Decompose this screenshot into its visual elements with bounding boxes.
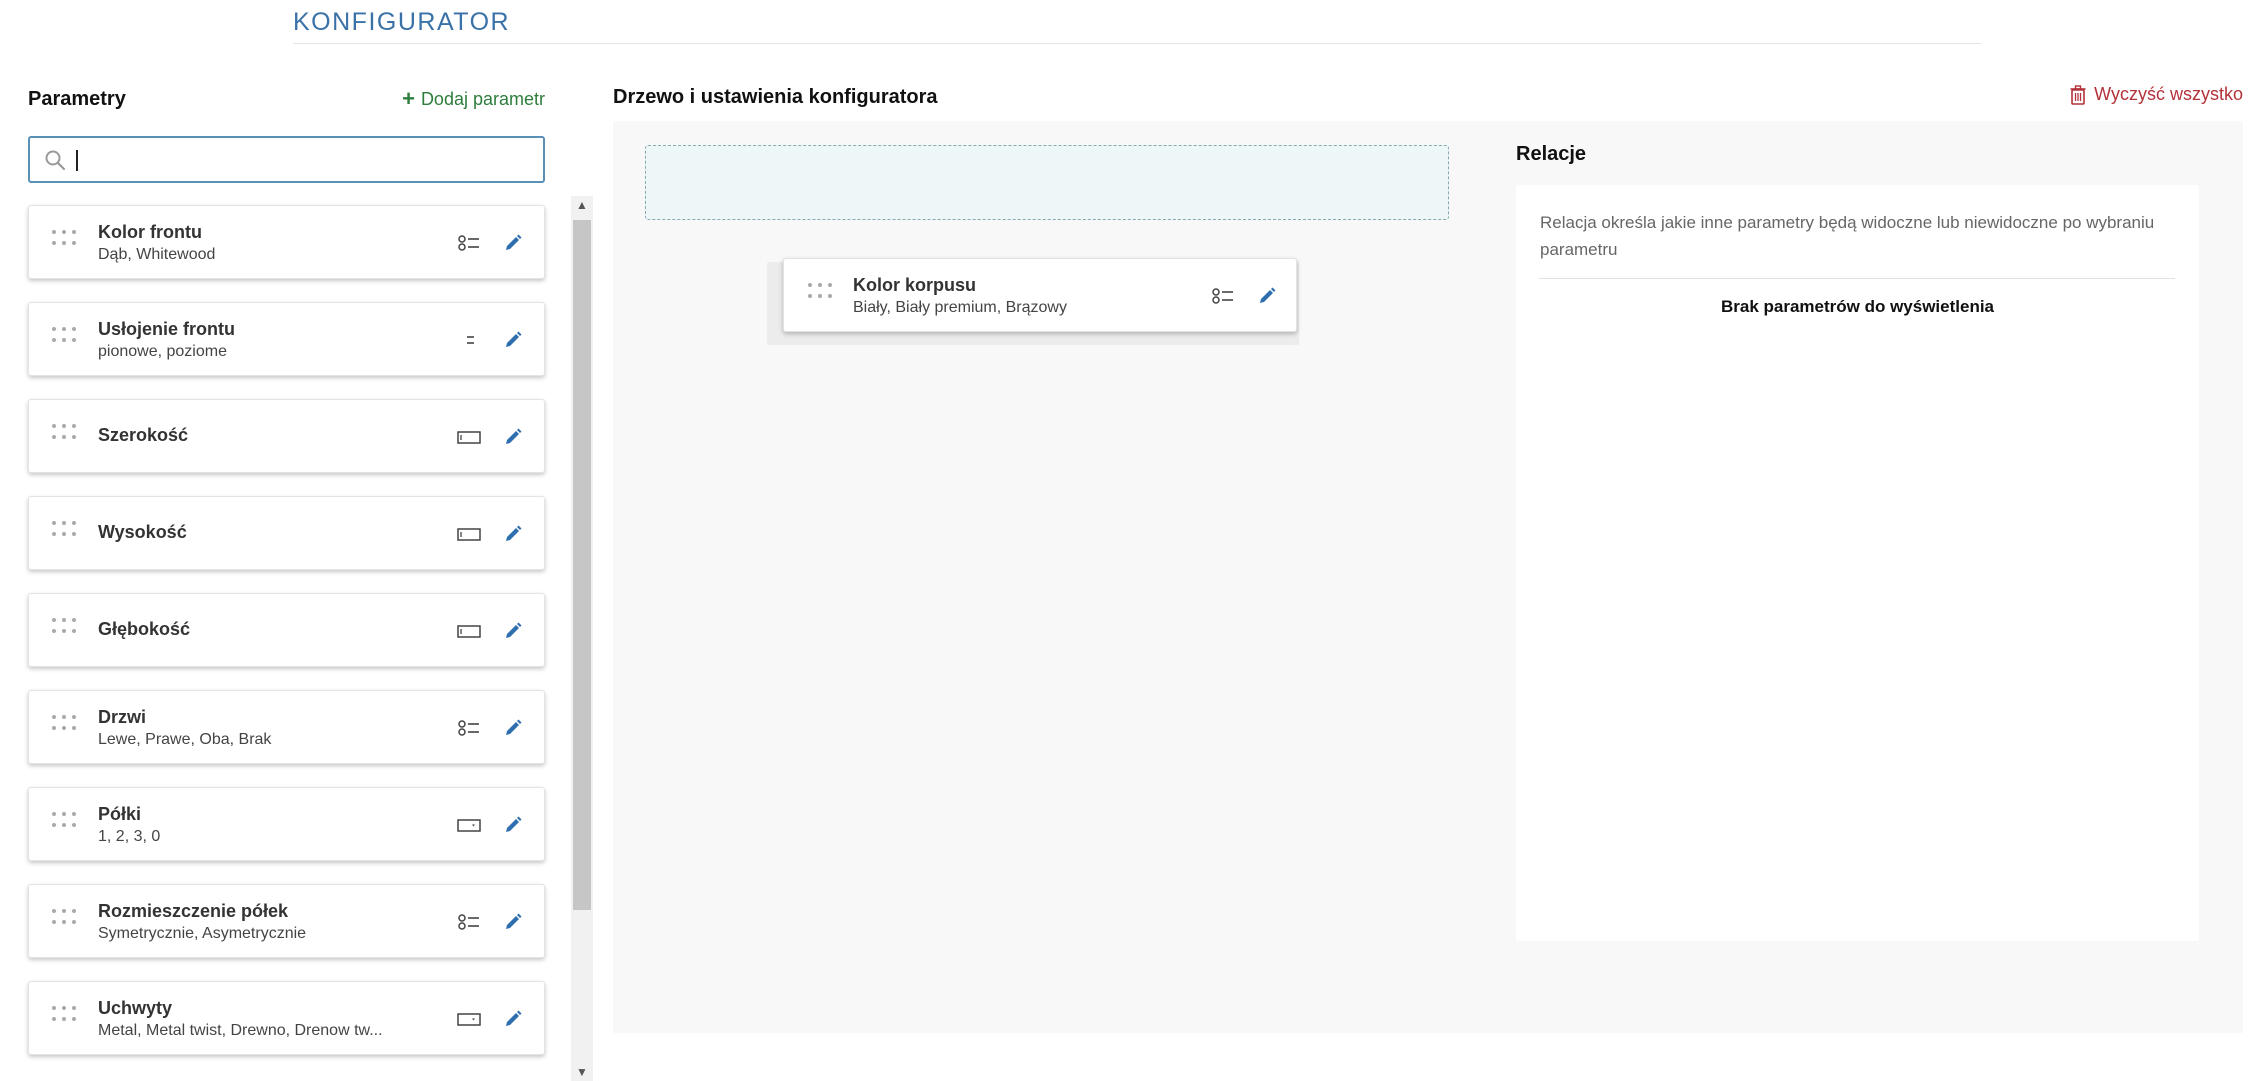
parameter-card[interactable]: Usłojenie frontu pionowe, poziome [28,302,545,376]
parameter-card[interactable]: Półki 1, 2, 3, 0 [28,787,545,861]
parameter-name: Wysokość [98,522,187,542]
parameter-card[interactable]: Uchwyty Metal, Metal twist, Drewno, Dreno… [28,981,545,1055]
add-parameter-label: Dodaj parametr [420,88,545,109]
list-icon [458,720,479,736]
list-icon [1212,288,1233,304]
pencil-icon[interactable] [1257,286,1277,306]
drag-handle-icon[interactable] [52,618,76,644]
tree-node-container: Kolor korpusu Biały, Biały premium, Brąz… [767,258,1299,345]
tree-node-values: Biały, Biały premium, Brązowy [853,299,1067,316]
pencil-icon[interactable] [503,912,523,932]
drag-handle-icon[interactable] [52,424,76,450]
relations-title: Relacje [1516,143,1587,165]
scroll-up-arrow[interactable]: ▲ [571,196,593,214]
trash-icon [2070,84,2086,105]
drag-handle-icon[interactable] [52,715,76,741]
parameter-card[interactable]: Drzwi Lewe, Prawe, Oba, Brak [28,690,545,764]
parameter-card[interactable]: Szerokość [28,399,545,473]
input-field-icon [457,625,481,638]
relations-description: Relacja określa jakie inne parametry będ… [1540,213,2155,259]
drag-handle-icon[interactable] [808,283,832,309]
parameter-name: Kolor frontu [98,222,202,242]
pencil-icon[interactable] [503,233,523,253]
input-field-icon [457,431,481,444]
pencil-icon[interactable] [503,330,523,350]
pencil-icon[interactable] [503,815,523,835]
parameter-values: Metal, Metal twist, Drewno, Drenow tw... [98,1022,383,1039]
parameter-name: Głębokość [98,619,191,639]
drag-handle-icon[interactable] [52,909,76,935]
list-icon [458,914,479,930]
header-divider [293,43,1981,44]
parameter-list: Kolor frontu Dąb, Whitewood Usłojenie fron… [28,205,545,1078]
parameters-header: Parametry + Dodaj parametr [28,84,545,114]
parameters-panel: Parametry + Dodaj parametr Kolor frontu D… [28,84,595,1055]
parameter-card[interactable]: Wysokość [28,496,545,570]
tree-node-kolor-korpusu[interactable]: Kolor korpusu Biały, Biały premium, Brąz… [783,258,1297,332]
app-title: KONFIGURATOR [293,8,511,36]
parameter-name: Szerokość [98,425,189,445]
search-input[interactable] [74,144,534,174]
relations-empty-message: Brak parametrów do wyświetlenia [1720,297,1995,316]
clear-all-button[interactable]: Wyczyść wszystko [2070,84,2243,105]
parameter-values: Symetrycznie, Asymetrycznie [98,925,307,942]
clear-all-label: Wyczyść wszystko [2094,84,2243,104]
parameter-name: Usłojenie frontu [98,319,236,339]
drag-handle-icon[interactable] [52,327,76,353]
parameter-list-scrollbar[interactable]: ▲ ▼ [571,196,593,1081]
parameter-values: 1, 2, 3, 0 [98,828,161,845]
scroll-thumb[interactable] [573,220,591,910]
dropdown-icon [457,819,481,832]
parameter-values: pionowe, poziome [98,343,227,360]
parameter-values: Dąb, Whitewood [98,246,216,263]
compact-list-icon [467,336,474,344]
input-field-icon [457,528,481,541]
drag-handle-icon[interactable] [52,230,76,256]
tree-node-name: Kolor korpusu [853,275,977,295]
parameters-title: Parametry [28,87,126,110]
search-icon [45,150,66,171]
pencil-icon[interactable] [503,621,523,641]
parameter-card[interactable]: Głębokość [28,593,545,667]
parameter-card[interactable]: Rozmieszczenie półek Symetrycznie, Asymet… [28,884,545,958]
search-box[interactable] [28,136,545,183]
tree-drop-zone[interactable] [645,145,1449,220]
pencil-icon[interactable] [503,524,523,544]
dropdown-icon [457,1013,481,1026]
scroll-down-arrow[interactable]: ▼ [571,1063,593,1081]
list-icon [458,235,479,251]
text-caret [76,150,78,171]
relations-divider [1539,278,2175,279]
relations-box: Relacja określa jakie inne parametry będ… [1516,185,2199,941]
pencil-icon[interactable] [503,1009,523,1029]
pencil-icon[interactable] [503,427,523,447]
parameter-values: Lewe, Prawe, Oba, Brak [98,731,272,748]
parameter-name: Półki [98,804,142,824]
drag-handle-icon[interactable] [52,521,76,547]
drag-handle-icon[interactable] [52,812,76,838]
pencil-icon[interactable] [503,718,523,738]
plus-icon: + [402,86,415,111]
tree-panel: Kolor korpusu Biały, Biały premium, Brąz… [613,121,2243,1033]
drag-handle-icon[interactable] [52,1006,76,1032]
parameter-name: Uchwyty [98,998,173,1018]
add-parameter-button[interactable]: + Dodaj parametr [402,88,545,110]
parameter-name: Drzwi [98,707,147,727]
parameter-name: Rozmieszczenie półek [98,901,289,921]
parameter-card[interactable]: Kolor frontu Dąb, Whitewood [28,205,545,279]
tree-title: Drzewo i ustawienia konfiguratora [613,86,938,108]
